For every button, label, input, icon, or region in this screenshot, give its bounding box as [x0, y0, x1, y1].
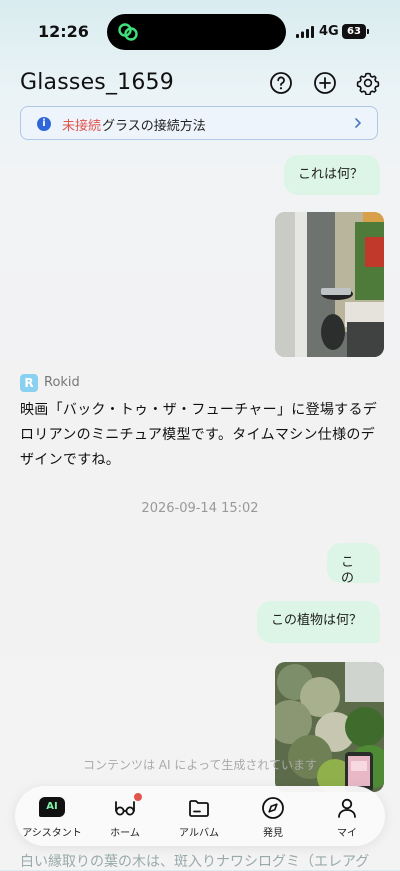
nav-label: アシスタント	[22, 828, 82, 839]
nav-tab-assistant[interactable]: AI アシスタント	[19, 792, 85, 842]
assistant-message-partial: 白い縁取りの葉の木は、斑入りナワシログミ（エレアグ	[20, 854, 370, 870]
ai-icon: AI	[39, 797, 65, 817]
connection-status: 未接続	[62, 119, 102, 134]
dynamic-island	[107, 14, 286, 50]
bottom-nav: AI アシスタント ホーム アルバム 発見 マイ	[15, 786, 385, 846]
message-timestamp: 2026-09-14 15:02	[141, 501, 259, 516]
nav-label: 発見	[263, 828, 283, 839]
settings-icon[interactable]	[356, 71, 380, 95]
status-time: 12:26	[38, 22, 89, 41]
person-icon	[338, 798, 356, 818]
signal-icon	[296, 26, 314, 38]
chevron-right-icon	[355, 118, 362, 128]
battery-icon: 63	[342, 24, 366, 39]
user-message: この	[327, 543, 380, 586]
nav-tab-my[interactable]: マイ	[314, 792, 380, 842]
network-type: 4G	[319, 24, 339, 39]
user-message: この植物は何？	[257, 601, 380, 643]
glasses-icon	[115, 801, 135, 816]
ai-disclaimer: コンテンツは AI によって生成されています	[82, 758, 318, 772]
battery-tip	[367, 29, 369, 34]
page-title: Glasses_1659	[20, 70, 174, 95]
link-icon	[118, 23, 138, 41]
connection-help-text: グラスの接続方法	[102, 119, 206, 134]
nav-tab-discover[interactable]: 発見	[240, 792, 306, 842]
nav-label: マイ	[337, 828, 357, 839]
folder-icon	[189, 800, 209, 817]
rokid-logo-icon: R	[20, 374, 38, 392]
connection-banner[interactable]: i 未接続 グラスの接続方法	[20, 106, 378, 140]
compass-icon	[262, 797, 284, 819]
nav-label: アルバム	[179, 828, 219, 839]
nav-label: ホーム	[110, 828, 140, 839]
help-icon[interactable]	[269, 71, 293, 95]
user-photo-car-model[interactable]	[275, 212, 384, 357]
nav-tab-album[interactable]: アルバム	[166, 792, 232, 842]
add-icon[interactable]	[313, 71, 337, 95]
info-icon: i	[37, 117, 51, 131]
nav-tab-home[interactable]: ホーム	[92, 792, 158, 842]
assistant-message: 映画「バック・トゥ・ザ・フューチャー」に登場するデロリアンのミニチュア模型です。…	[20, 402, 378, 468]
notification-dot	[134, 793, 142, 801]
assistant-name: Rokid	[44, 375, 80, 390]
user-message: これは何？	[284, 155, 380, 195]
